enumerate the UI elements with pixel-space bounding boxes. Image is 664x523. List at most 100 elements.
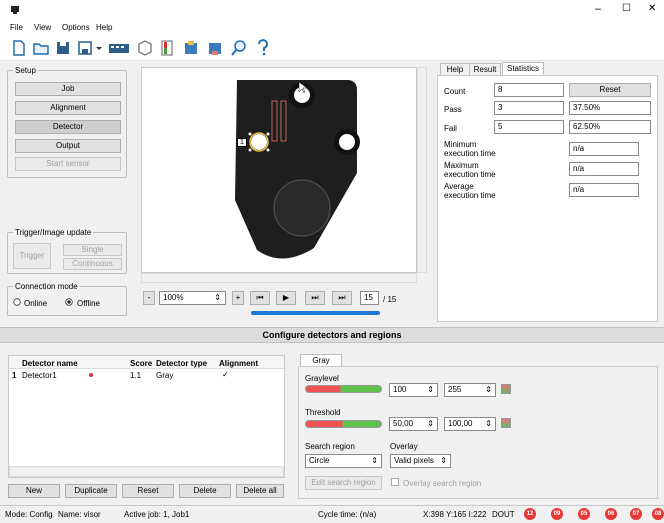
pass-percent: 37.50% bbox=[569, 101, 651, 115]
title-bar: – ☐ ✕ bbox=[0, 0, 664, 22]
toolbar bbox=[0, 35, 664, 61]
sensor-run-icon[interactable] bbox=[158, 39, 176, 57]
connection-title: Connection mode bbox=[13, 282, 80, 291]
setup-title: Setup bbox=[13, 66, 38, 75]
zoom-in-button[interactable]: + bbox=[232, 291, 244, 305]
maximize-button[interactable]: ☐ bbox=[622, 3, 631, 14]
alignment-button[interactable]: Alignment bbox=[15, 101, 121, 115]
start-sensor-button[interactable]: Start sensor bbox=[15, 157, 121, 171]
graylevel-label: Graylevel bbox=[305, 374, 339, 383]
save-as-icon[interactable] bbox=[76, 39, 94, 57]
offline-radio[interactable] bbox=[65, 298, 73, 306]
minimize-button[interactable]: – bbox=[595, 3, 601, 15]
detector-button[interactable]: Detector bbox=[15, 120, 121, 134]
avg-time-label: Average execution time bbox=[444, 182, 496, 200]
dout-led-09: 09 bbox=[551, 508, 563, 520]
search-region-select[interactable]: Circle ⇕ bbox=[305, 454, 382, 468]
table-hscroll[interactable] bbox=[9, 466, 284, 477]
status-dot-icon bbox=[89, 373, 93, 377]
tab-statistics[interactable]: Statistics bbox=[502, 62, 544, 75]
first-frame-icon: ⏮ bbox=[256, 293, 264, 302]
continuous-button[interactable]: Continuous bbox=[63, 258, 122, 270]
status-job: Active job: 1, Job1 bbox=[124, 510, 190, 519]
pass-label: Pass bbox=[444, 105, 462, 114]
chevron-down-icon[interactable] bbox=[94, 39, 104, 57]
open-folder-icon[interactable] bbox=[32, 39, 50, 57]
row-alignment-check[interactable]: ✓ bbox=[222, 370, 229, 379]
zoom-select[interactable]: 100% ⇕ bbox=[159, 291, 226, 305]
min-time-field: n/a bbox=[569, 142, 639, 156]
menu-bar: File View Options Help bbox=[0, 22, 664, 35]
play-button[interactable]: ▶ bbox=[276, 291, 296, 305]
help-icon[interactable] bbox=[254, 39, 272, 57]
graylevel-slider[interactable] bbox=[305, 385, 382, 393]
fail-label: Fail bbox=[444, 124, 457, 133]
row-score: 1.1 bbox=[130, 371, 142, 380]
reset-button[interactable]: Reset bbox=[122, 484, 174, 498]
threshold-min-field[interactable]: 50,00 ⇕ bbox=[389, 417, 438, 431]
fail-field: 5 bbox=[494, 120, 564, 134]
cube-icon[interactable] bbox=[136, 39, 154, 57]
max-time-field: n/a bbox=[569, 162, 639, 176]
menu-file[interactable]: File bbox=[10, 23, 23, 32]
overlay-select[interactable]: Valid pixels ⇕ bbox=[390, 454, 451, 468]
tab-result[interactable]: Result bbox=[469, 63, 501, 75]
viewer-hscroll[interactable] bbox=[141, 273, 417, 283]
status-name: Name: visor bbox=[58, 510, 101, 519]
next-frame-button[interactable]: ⏭ bbox=[305, 291, 325, 305]
menu-view[interactable]: View bbox=[34, 23, 51, 32]
edit-search-region-button[interactable]: Edit search region bbox=[305, 476, 382, 490]
col-detector-type[interactable]: Detector type bbox=[156, 359, 207, 368]
trigger-button[interactable]: Trigger bbox=[13, 243, 51, 269]
status-dout: DOUT bbox=[492, 510, 515, 519]
download-icon[interactable] bbox=[206, 39, 224, 57]
online-radio[interactable] bbox=[13, 298, 21, 306]
film-strip-icon[interactable] bbox=[108, 39, 130, 57]
status-coords: X:398 Y:165 I:222 bbox=[423, 510, 487, 519]
job-button[interactable]: Job bbox=[15, 82, 121, 96]
col-detector-name[interactable]: Detector name bbox=[22, 359, 78, 368]
zoom-out-button[interactable]: - bbox=[143, 291, 155, 305]
duplicate-button[interactable]: Duplicate bbox=[65, 484, 117, 498]
image-viewer[interactable]: 1 bbox=[141, 67, 417, 273]
first-frame-button[interactable]: ⏮ bbox=[250, 291, 270, 305]
last-frame-button[interactable]: ⏭ bbox=[332, 291, 352, 305]
menu-options[interactable]: Options bbox=[62, 23, 90, 32]
upload-icon[interactable] bbox=[182, 39, 200, 57]
threshold-slider[interactable] bbox=[305, 420, 382, 428]
new-button[interactable]: New bbox=[8, 484, 60, 498]
close-button[interactable]: ✕ bbox=[648, 3, 656, 14]
overlay-region-checkbox[interactable] bbox=[391, 478, 399, 486]
tab-help[interactable]: Help bbox=[440, 63, 470, 75]
configure-header: Configure detectors and regions bbox=[0, 327, 664, 343]
viewer-vscroll[interactable] bbox=[417, 67, 427, 273]
graylevel-max-field[interactable]: 255 ⇕ bbox=[444, 383, 496, 397]
max-time-label: Maximum execution time bbox=[444, 161, 496, 179]
graylevel-min-field[interactable]: 100 ⇕ bbox=[389, 383, 438, 397]
col-alignment[interactable]: Alignment bbox=[219, 359, 258, 368]
last-frame-icon: ⏭ bbox=[338, 293, 346, 302]
frame-progress[interactable] bbox=[251, 311, 380, 315]
single-button[interactable]: Single bbox=[63, 244, 122, 256]
part-image bbox=[235, 80, 360, 259]
threshold-max-field[interactable]: 100,00 ⇕ bbox=[444, 417, 496, 431]
detector-marker: 1 bbox=[237, 138, 247, 147]
table-row[interactable]: 1 Detector1 1.1 Gray ✓ bbox=[9, 369, 284, 381]
dout-led-06: 06 bbox=[605, 508, 617, 520]
reset-stats-button[interactable]: Reset bbox=[569, 83, 651, 97]
count-label: Count bbox=[444, 87, 466, 96]
menu-help[interactable]: Help bbox=[96, 23, 112, 32]
overlay-label: Overlay bbox=[390, 442, 418, 451]
output-button[interactable]: Output bbox=[15, 139, 121, 153]
delete-button[interactable]: Delete bbox=[179, 484, 231, 498]
overlay-region-label: Overlay search region bbox=[403, 479, 482, 488]
search-icon[interactable] bbox=[230, 39, 248, 57]
new-file-icon[interactable] bbox=[10, 39, 28, 57]
frame-input[interactable]: 15 bbox=[360, 291, 379, 305]
dout-led-05: 05 bbox=[578, 508, 590, 520]
color-legend-icon bbox=[501, 384, 511, 394]
col-score[interactable]: Score bbox=[130, 359, 152, 368]
save-icon[interactable] bbox=[54, 39, 72, 57]
play-icon: ▶ bbox=[282, 293, 290, 302]
delete-all-button[interactable]: Delete all bbox=[236, 484, 284, 498]
